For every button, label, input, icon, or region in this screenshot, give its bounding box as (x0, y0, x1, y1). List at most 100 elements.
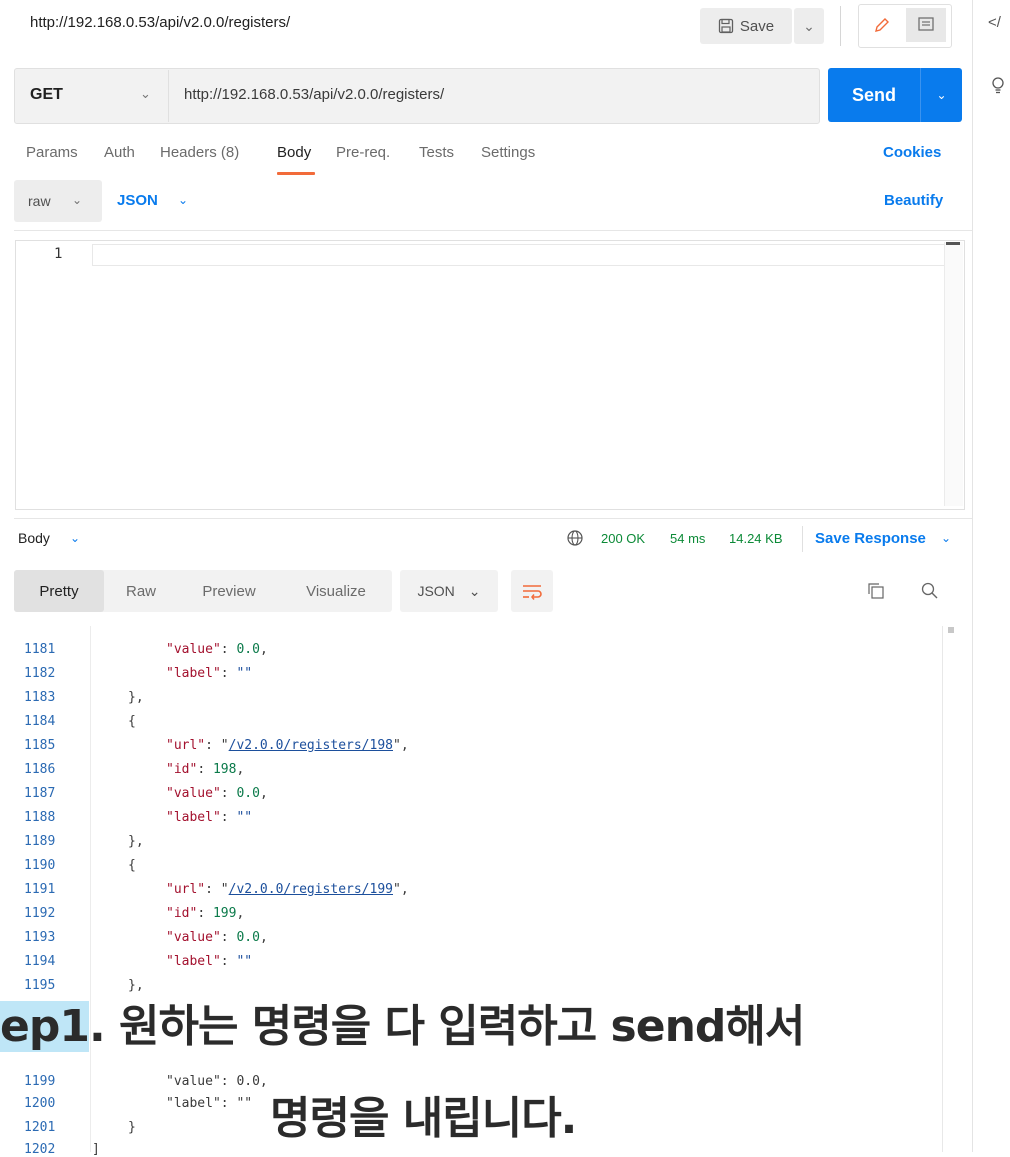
editor-scrollbar-thumb[interactable] (946, 242, 960, 245)
tab-raw[interactable]: Raw (108, 570, 174, 612)
tab-preview[interactable]: Preview (184, 570, 274, 612)
response-section-select[interactable]: Body (18, 530, 50, 546)
caption-line-2: 명령을 내립니다. (270, 1093, 577, 1144)
code-line-number: 1189 (24, 834, 56, 849)
send-options-button[interactable]: ⌄ (920, 68, 962, 122)
code-line-number: 1188 (24, 810, 56, 825)
chevron-down-icon[interactable]: ⌄ (941, 531, 951, 545)
json-key: "value" (166, 930, 221, 945)
json-url-link[interactable]: /v2.0.0/registers/198 (229, 738, 393, 753)
section-divider (14, 230, 972, 231)
globe-icon[interactable] (566, 529, 584, 552)
code-line: "value": 0.0, (166, 930, 268, 945)
comments-button[interactable] (906, 8, 946, 42)
json-key: "id" (166, 762, 198, 777)
right-sidebar-divider (972, 0, 973, 1152)
code-token: }, (128, 690, 144, 705)
code-line: "value": 0.0, (166, 1074, 268, 1089)
code-line: "value": 0.0, (166, 642, 268, 657)
tab-headers[interactable]: Headers (8) (160, 144, 239, 161)
code-line: }, (128, 834, 144, 849)
code-token: ] (92, 1142, 100, 1157)
response-body-viewer[interactable] (14, 626, 958, 1152)
code-line: "url": "/v2.0.0/registers/198", (166, 738, 409, 753)
response-scrollbar[interactable] (942, 626, 943, 1152)
code-token: } (128, 1120, 136, 1135)
method-select[interactable]: GET (30, 86, 63, 104)
editor-active-line[interactable] (92, 244, 962, 266)
copy-icon[interactable] (866, 581, 886, 606)
code-line-number: 1193 (24, 930, 56, 945)
code-line: { (128, 714, 136, 729)
response-status[interactable]: 200 OK (601, 531, 645, 546)
save-options-button[interactable]: ⌄ (794, 8, 824, 44)
json-url-link[interactable]: /v2.0.0/registers/199 (229, 882, 393, 897)
save-button-label: Save (739, 17, 775, 35)
code-snippet-icon[interactable]: </ (988, 14, 1001, 31)
code-line-number: 1185 (24, 738, 56, 753)
wrap-lines-icon (523, 585, 542, 600)
code-line-number: 1200 (24, 1096, 56, 1111)
code-line: "label": "" (166, 810, 253, 825)
code-line-number: 1184 (24, 714, 56, 729)
send-button[interactable]: Send (828, 68, 920, 122)
json-key: "label" (166, 666, 221, 681)
response-size[interactable]: 14.24 KB (729, 531, 783, 546)
edit-mode-button[interactable] (862, 8, 902, 42)
search-icon[interactable] (920, 581, 940, 606)
code-line-number: 1181 (24, 642, 56, 657)
json-value: 0.0 (236, 642, 260, 657)
json-value: "" (236, 666, 253, 681)
code-token: { (128, 858, 136, 873)
json-key: "url" (166, 738, 206, 753)
tab-params[interactable]: Params (26, 144, 78, 161)
lightbulb-icon[interactable] (990, 76, 1006, 101)
json-value: 199 (212, 906, 237, 921)
body-mode-label: raw (28, 193, 51, 209)
url-input[interactable]: http://192.168.0.53/api/v2.0.0/registers… (184, 86, 444, 103)
code-line: } (128, 1120, 136, 1135)
code-line: "label": "" (166, 954, 253, 969)
code-line: }, (128, 690, 144, 705)
tab-pretty[interactable]: Pretty (14, 570, 104, 612)
body-language-select[interactable]: JSON (117, 192, 158, 209)
beautify-link[interactable]: Beautify (884, 192, 943, 209)
chevron-down-icon[interactable]: ⌄ (70, 531, 80, 545)
wrap-lines-button[interactable] (511, 570, 553, 612)
response-scrollbar-thumb[interactable] (948, 627, 954, 633)
response-time[interactable]: 54 ms (670, 531, 705, 546)
chevron-down-icon[interactable]: ⌄ (140, 86, 151, 102)
response-format-select[interactable]: JSON ⌄ (400, 570, 498, 612)
chevron-down-icon: ⌄ (936, 88, 947, 102)
active-tab-indicator (277, 172, 315, 175)
chevron-down-icon[interactable]: ⌄ (178, 193, 188, 207)
cookies-link[interactable]: Cookies (883, 144, 941, 161)
code-line: "url": "/v2.0.0/registers/199", (166, 882, 409, 897)
editor-line-number: 1 (54, 246, 63, 262)
request-body-editor[interactable] (15, 240, 965, 510)
tab-tests[interactable]: Tests (419, 144, 454, 161)
json-key: "label" (166, 954, 221, 969)
tab-body[interactable]: Body (277, 144, 311, 161)
json-value: 198 (212, 762, 237, 777)
tab-settings[interactable]: Settings (481, 144, 535, 161)
code-line-number: 1190 (24, 858, 56, 873)
code-line: "label": "" (166, 666, 253, 681)
tab-auth[interactable]: Auth (104, 144, 135, 161)
chevron-down-icon: ⌄ (468, 582, 481, 599)
save-button[interactable]: Save (700, 8, 792, 44)
tab-prereq[interactable]: Pre-req. (336, 144, 390, 161)
code-line-number: 1202 (24, 1142, 56, 1157)
code-line-number: 1191 (24, 882, 56, 897)
pencil-icon (875, 18, 889, 32)
code-line-number: 1182 (24, 666, 56, 681)
code-line-number: 1194 (24, 954, 56, 969)
save-response-button[interactable]: Save Response (815, 530, 926, 547)
json-value: "" (236, 954, 253, 969)
tab-visualize[interactable]: Visualize (286, 570, 386, 612)
json-key: "value" (166, 642, 221, 657)
json-key: "url" (166, 882, 206, 897)
caption-text: . 원하는 명령을 다 입력하고 send해서 (88, 1001, 805, 1052)
code-line-number: 1199 (24, 1074, 56, 1089)
editor-scrollbar[interactable] (944, 242, 963, 506)
